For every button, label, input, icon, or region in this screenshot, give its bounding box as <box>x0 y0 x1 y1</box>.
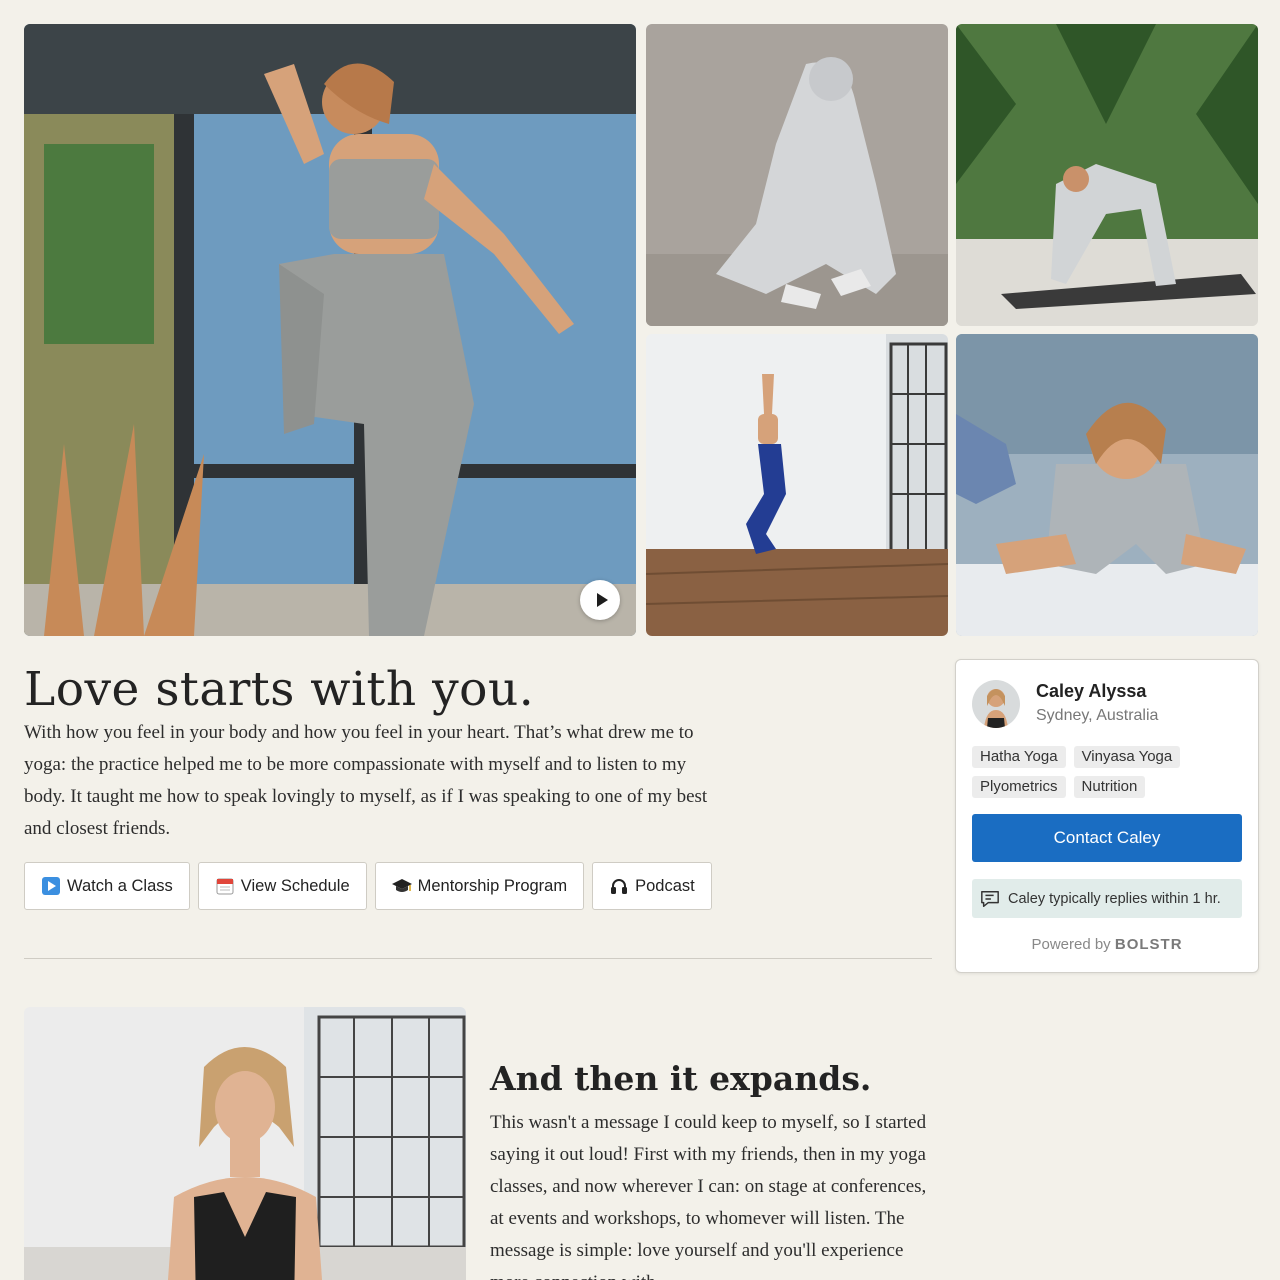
gallery-photo-3[interactable] <box>956 24 1258 326</box>
play-icon <box>596 593 608 607</box>
headphones-icon <box>609 876 629 896</box>
profile-name: Caley Alyssa <box>1036 681 1147 701</box>
chat-bubble-icon <box>980 889 1000 909</box>
page-headline: Love starts with you. <box>24 662 535 717</box>
bolstr-logo[interactable]: BOLSTR <box>1115 936 1183 953</box>
calendar-emoji-icon <box>215 876 235 896</box>
profile-card: Caley Alyssa Sydney, Australia Hatha Yog… <box>955 659 1259 973</box>
tag-plyometrics: Plyometrics <box>972 776 1066 798</box>
reply-time-text: Caley typically replies within 1 hr. <box>1008 890 1221 907</box>
section-photo <box>24 1007 466 1280</box>
gallery-photo-2[interactable] <box>646 24 948 326</box>
watch-class-button[interactable]: Watch a Class <box>24 862 190 910</box>
action-buttons: Watch a Class View Schedule Mentorship P… <box>24 862 712 910</box>
mentorship-program-label: Mentorship Program <box>417 876 568 895</box>
powered-by: Powered by BOLSTR <box>956 936 1258 953</box>
gallery-photo-4[interactable] <box>646 334 948 636</box>
view-schedule-button[interactable]: View Schedule <box>197 862 367 910</box>
tag-hatha-yoga: Hatha Yoga <box>972 746 1066 768</box>
graduation-cap-icon <box>391 876 412 896</box>
view-schedule-label: View Schedule <box>240 876 350 895</box>
gallery-photo-5[interactable] <box>956 334 1258 636</box>
section-divider <box>24 958 932 959</box>
profile-location: Sydney, Australia <box>1036 707 1159 724</box>
tag-vinyasa-yoga: Vinyasa Yoga <box>1073 746 1181 768</box>
specialty-tags: Hatha Yoga Vinyasa Yoga Plyometrics Nutr… <box>972 746 1244 798</box>
tag-nutrition: Nutrition <box>1073 776 1146 798</box>
photo-gallery <box>24 24 1258 636</box>
powered-by-label: Powered by <box>1031 936 1111 953</box>
podcast-button[interactable]: Podcast <box>592 862 712 910</box>
section-heading: And then it expands. <box>490 1059 872 1098</box>
play-emoji-icon <box>41 876 61 896</box>
reply-time-notice: Caley typically replies within 1 hr. <box>972 879 1242 918</box>
section-paragraph: This wasn't a message I could keep to my… <box>490 1112 927 1280</box>
play-video-button[interactable] <box>580 580 620 620</box>
gallery-photo-main[interactable] <box>24 24 636 636</box>
podcast-label: Podcast <box>635 876 695 895</box>
mentorship-program-button[interactable]: Mentorship Program <box>374 862 585 910</box>
contact-button[interactable]: Contact Caley <box>972 814 1242 862</box>
watch-class-label: Watch a Class <box>67 876 173 895</box>
avatar <box>972 680 1020 728</box>
intro-paragraph: With how you feel in your body and how y… <box>24 722 708 839</box>
